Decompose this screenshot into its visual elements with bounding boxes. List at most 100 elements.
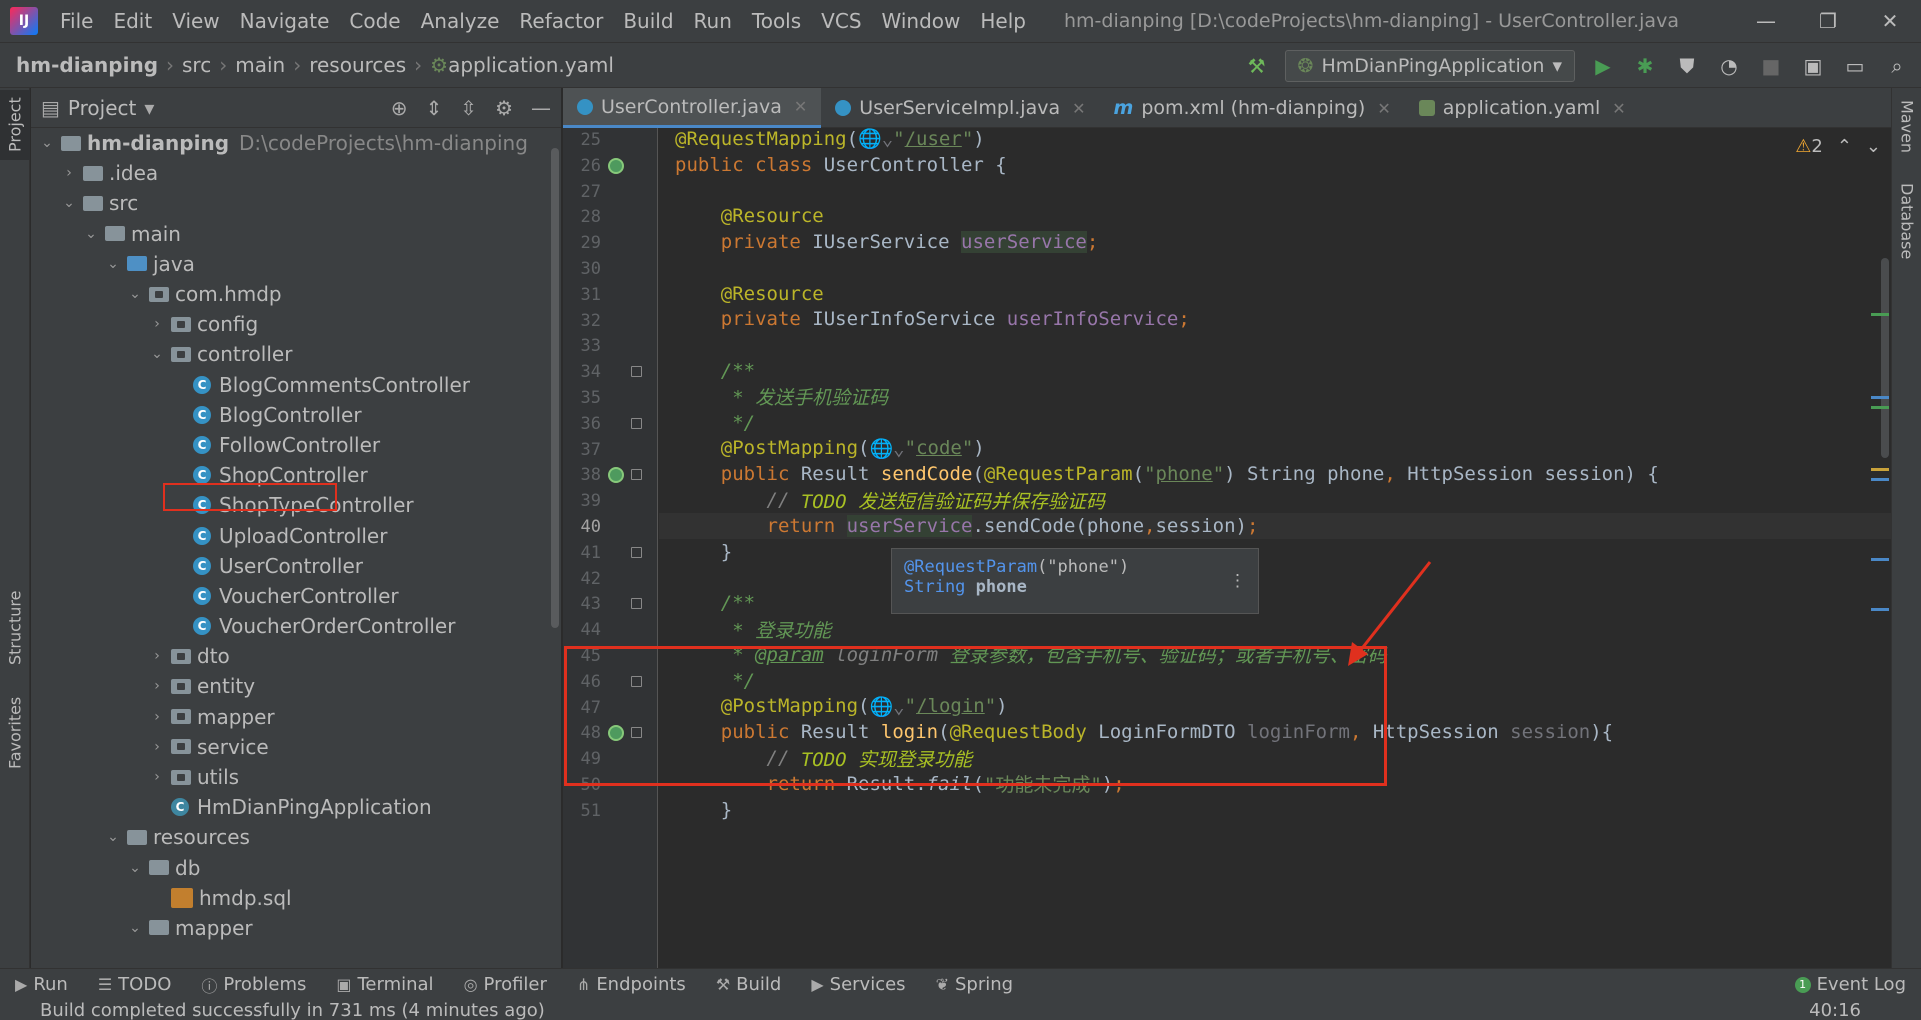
tree-node[interactable]: ⌄ main	[31, 219, 561, 249]
chevron-right-icon[interactable]: ›	[147, 316, 167, 332]
chevron-down-icon[interactable]: ▾	[144, 96, 154, 120]
hide-icon[interactable]: —	[531, 96, 551, 120]
stop-icon[interactable]: ■	[1757, 54, 1785, 78]
menu-item-edit[interactable]: Edit	[103, 9, 162, 33]
tree-node[interactable]: C UploadController	[31, 520, 561, 550]
chevron-right-icon[interactable]: ›	[147, 769, 167, 785]
build-hammer-icon[interactable]: ⚒	[1243, 54, 1271, 78]
editor-tab[interactable]: application.yaml ✕	[1405, 88, 1640, 128]
breadcrumb-item[interactable]: application.yaml	[448, 53, 614, 77]
code-line[interactable]: * 登录功能	[675, 616, 831, 642]
menu-item-refactor[interactable]: Refactor	[509, 9, 613, 33]
code-line[interactable]: @Resource	[675, 203, 824, 229]
terminal-tool-button[interactable]: ▣ Terminal	[321, 974, 448, 995]
project-scrollbar[interactable]	[551, 148, 559, 628]
chevron-down-icon[interactable]: ⌄	[103, 256, 123, 272]
debug-icon[interactable]: ✱	[1631, 54, 1659, 78]
menu-item-vcs[interactable]: VCS	[811, 9, 871, 33]
code-line[interactable]: private IUserService userService;	[675, 229, 1098, 255]
breadcrumb-item[interactable]: main	[235, 53, 285, 77]
code-line[interactable]: private IUserInfoService userInfoService…	[675, 307, 1190, 333]
maven-tool-tab[interactable]: Maven	[1892, 92, 1921, 162]
code-line[interactable]: */	[675, 410, 755, 436]
fold-marker-icon[interactable]	[631, 598, 642, 610]
spring-bean-gutter-icon[interactable]	[608, 467, 624, 484]
breadcrumb-item[interactable]: resources	[309, 53, 406, 77]
chevron-right-icon[interactable]: ›	[147, 709, 167, 725]
menu-item-file[interactable]: File	[50, 9, 103, 33]
todo-tool-button[interactable]: ☰ TODO	[83, 974, 187, 995]
chevron-down-icon[interactable]: ⌄	[81, 226, 101, 242]
scrollbar-marker[interactable]	[1871, 558, 1889, 561]
inspection-widget[interactable]: ⚠2 ⌃ ⌄	[1795, 136, 1881, 157]
scrollbar-marker[interactable]	[1871, 478, 1889, 481]
scrollbar-marker[interactable]	[1871, 608, 1889, 611]
collapse-all-icon[interactable]: ⇳	[460, 96, 477, 120]
scrollbar-marker[interactable]	[1871, 396, 1889, 399]
chevron-down-icon[interactable]: ⌄	[147, 346, 167, 362]
chevron-up-icon[interactable]: ⌃	[1837, 136, 1852, 157]
code-line[interactable]: @PostMapping(🌐⌄ " code ")	[675, 436, 985, 462]
tree-node[interactable]: ⌄ db	[31, 853, 561, 883]
tree-node[interactable]: › config	[31, 309, 561, 339]
spring-tool-button[interactable]: ❦ Spring	[921, 974, 1029, 995]
run-configuration-select[interactable]: ❂ HmDianPingApplication ▾	[1284, 50, 1575, 82]
tree-node[interactable]: C VoucherController	[31, 581, 561, 611]
code-line[interactable]: return userService .sendCode(phone, sessio…	[675, 513, 1258, 539]
chevron-down-icon[interactable]: ⌄	[125, 860, 145, 876]
chevron-down-icon[interactable]: ⌄	[59, 195, 79, 211]
tree-node[interactable]: hmdp.sql	[31, 883, 561, 913]
fold-marker-icon[interactable]	[631, 546, 642, 558]
code-line[interactable]: public class UserController {	[675, 152, 1007, 178]
chevron-right-icon[interactable]: ›	[147, 678, 167, 694]
scrollbar-marker[interactable]	[1871, 313, 1889, 316]
tree-node[interactable]: ⌄ mapper	[31, 913, 561, 943]
chevron-down-icon[interactable]: ⌄	[125, 920, 145, 936]
menu-item-run[interactable]: Run	[684, 9, 742, 33]
coverage-icon[interactable]: ⛊	[1673, 54, 1701, 78]
fold-marker-icon[interactable]	[631, 366, 642, 378]
code-line[interactable]: }	[675, 539, 732, 565]
endpoints-tool-button[interactable]: ⋔ Endpoints	[562, 974, 701, 995]
code-area[interactable]: 25 26 27 28 29 30 31 32 33 34 35 36 37 38 39 40 41 42 43 44…	[563, 128, 1891, 968]
caret-position[interactable]: 40:16	[1809, 1000, 1861, 1020]
services-tool-button[interactable]: ▶ Services	[796, 974, 920, 995]
profile-icon[interactable]: ◔	[1715, 54, 1743, 78]
problems-tool-button[interactable]: ⓘ Problems	[186, 973, 321, 997]
fold-marker-icon[interactable]	[631, 469, 642, 481]
project-tool-tab[interactable]: Project	[0, 90, 30, 160]
menu-item-analyze[interactable]: Analyze	[411, 9, 510, 33]
tree-node[interactable]: › dto	[31, 641, 561, 671]
scrollbar-marker[interactable]	[1871, 468, 1889, 471]
event-log-button[interactable]: 1 Event Log	[1780, 974, 1921, 995]
close-tab-icon[interactable]: ✕	[1072, 99, 1085, 118]
breadcrumb-item[interactable]: src	[182, 53, 211, 77]
tree-node[interactable]: ⌄ hm-dianping D:\codeProjects\hm-dianping	[31, 128, 561, 158]
tree-node[interactable]: ⌄ com.hmdp	[31, 279, 561, 309]
run-icon[interactable]: ▶	[1589, 54, 1617, 78]
toggle-layout-icon[interactable]: ▭	[1841, 54, 1869, 78]
editor-scroll-thumb[interactable]	[1881, 258, 1889, 458]
editor-tab[interactable]: m pom.xml (hm-dianping) ✕	[1100, 88, 1405, 128]
tree-node[interactable]: VoucherMapper.xml	[31, 943, 561, 946]
code-line[interactable]: // TODO 发送短信验证码并保存验证码	[675, 487, 1106, 513]
menu-item-window[interactable]: Window	[872, 9, 971, 33]
code-line[interactable]: /**	[675, 358, 755, 384]
menu-item-code[interactable]: Code	[339, 9, 410, 33]
close-tab-icon[interactable]: ✕	[794, 97, 807, 116]
editor-scrollbar[interactable]	[1871, 128, 1891, 968]
close-tab-icon[interactable]: ✕	[1612, 99, 1625, 118]
tree-node[interactable]: C VoucherOrderController	[31, 611, 561, 641]
tree-node[interactable]: ⌄ src	[31, 188, 561, 218]
menu-item-navigate[interactable]: Navigate	[230, 9, 340, 33]
code-line[interactable]: @Resource	[675, 281, 824, 307]
structure-tool-tab[interactable]: Structure	[0, 583, 30, 673]
tree-node[interactable]: C BlogController	[31, 400, 561, 430]
code-line[interactable]: public Result sendCode(@RequestParam(" ph…	[675, 461, 1659, 487]
chevron-right-icon[interactable]: ›	[59, 165, 79, 181]
fold-marker-icon[interactable]	[631, 417, 642, 429]
spring-bean-gutter-icon[interactable]	[608, 157, 624, 174]
scrollbar-marker[interactable]	[1871, 406, 1889, 409]
database-tool-tab[interactable]: Database	[1892, 176, 1921, 266]
code-line[interactable]: * 发送手机验证码	[675, 384, 888, 410]
